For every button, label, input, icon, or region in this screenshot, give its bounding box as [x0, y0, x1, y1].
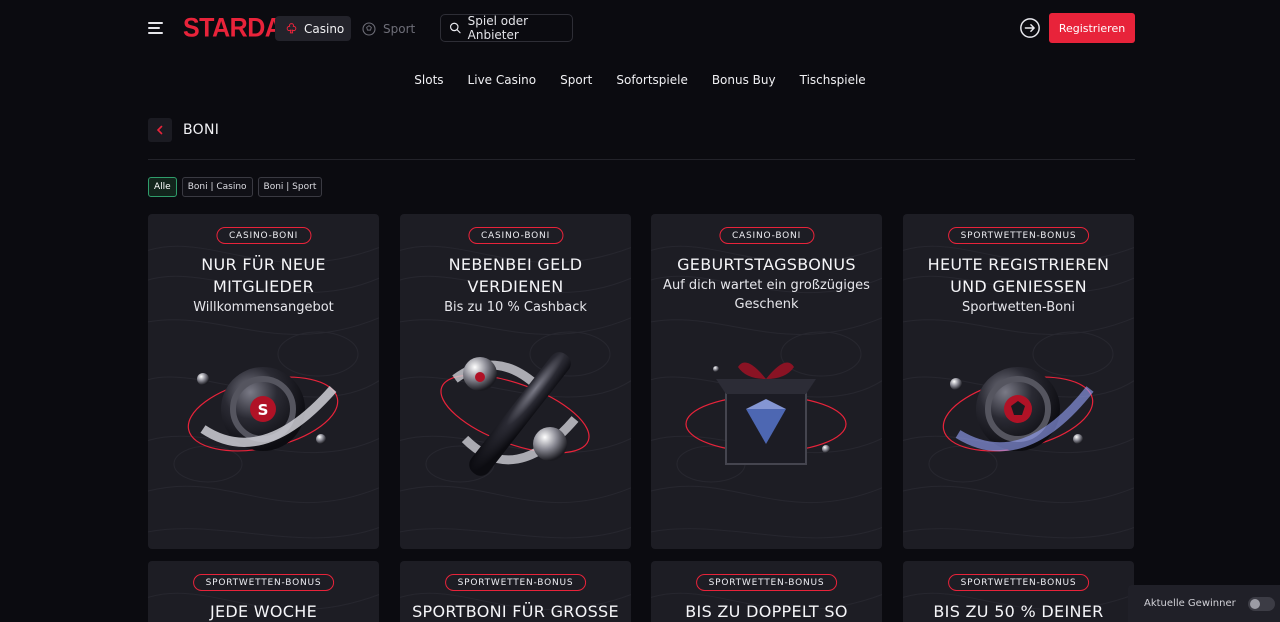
bonus-card[interactable]: CASINO-BONI NUR FÜR NEUE MITGLIEDER Will… [148, 214, 379, 549]
category-badge: CASINO-BONI [215, 227, 312, 244]
category-badge: CASINO-BONI [718, 227, 815, 244]
filter-chips: Alle Boni | Casino Boni | Sport [148, 177, 323, 197]
football-icon [362, 21, 376, 36]
category-nav: Slots Live Casino Sport Sofortspiele Bon… [0, 73, 1280, 91]
category-badge: SPORTWETTEN-BONUS [695, 574, 838, 591]
nav-tischspiele[interactable]: Tischspiele [788, 73, 878, 91]
live-winners-widget: Aktuelle Gewinner [1128, 585, 1280, 622]
divider [148, 159, 1135, 160]
page-title: BONI [183, 122, 220, 138]
nav-sofortspiele[interactable]: Sofortspiele [604, 73, 699, 91]
search-icon [450, 22, 461, 34]
filter-casino[interactable]: Boni | Casino [181, 177, 253, 197]
card-title: BIS ZU 50 % DEINER [933, 602, 1104, 621]
nav-slots[interactable]: Slots [402, 73, 455, 91]
category-badge: SPORTWETTEN-BONUS [444, 574, 587, 591]
login-icon[interactable] [1019, 17, 1041, 39]
card-title: GEBURTSTAGSBONUS [677, 255, 856, 274]
category-badge: SPORTWETTEN-BONUS [947, 227, 1090, 244]
tab-casino[interactable]: Casino [275, 16, 351, 41]
card-title: HEUTE REGISTRIEREN UND GENIESSEN [927, 255, 1110, 296]
nav-bonus-buy[interactable]: Bonus Buy [700, 73, 788, 91]
bonus-card[interactable]: SPORTWETTEN-BONUS BIS ZU DOPPELT SO [651, 561, 882, 622]
card-title: SPORTBONI FÜR GROSSE [412, 602, 619, 621]
card-subtitle: Willkommensangebot [193, 300, 334, 315]
filter-all[interactable]: Alle [148, 177, 177, 197]
menu-icon[interactable] [148, 19, 166, 37]
top-header: STARDA Casino Sport Spiel oder Anbieter … [0, 0, 1280, 58]
bonus-card[interactable]: CASINO-BONI GEBURTSTAGSBONUS Auf dich wa… [651, 214, 882, 549]
svg-text:S: S [258, 401, 269, 419]
chevron-left-icon [156, 125, 163, 135]
tab-sport-label: Sport [383, 21, 416, 36]
card-title: NUR FÜR NEUE MITGLIEDER [201, 255, 326, 296]
card-subtitle: Sportwetten-Boni [962, 300, 1075, 315]
bonus-card[interactable]: SPORTWETTEN-BONUS HEUTE REGISTRIEREN UND… [903, 214, 1134, 549]
winners-toggle[interactable] [1247, 596, 1275, 611]
nav-live-casino[interactable]: Live Casino [456, 73, 549, 91]
card-subtitle: Auf dich wartet ein großzügiges Geschenk [663, 278, 870, 312]
bonus-card[interactable]: SPORTWETTEN-BONUS JEDE WOCHE [148, 561, 379, 622]
nav-sport[interactable]: Sport [548, 73, 604, 91]
filter-sport[interactable]: Boni | Sport [257, 177, 323, 197]
deposit-coin-icon: S [187, 367, 339, 452]
deposit-ball-icon [942, 367, 1094, 452]
category-badge: SPORTWETTEN-BONUS [947, 574, 1090, 591]
tab-casino-label: Casino [304, 21, 345, 36]
register-button[interactable]: Registrieren [1049, 13, 1135, 43]
search-placeholder: Spiel oder Anbieter [467, 14, 529, 42]
gift-box-icon [685, 362, 847, 465]
club-icon [286, 23, 297, 34]
logo[interactable]: STARDA [183, 13, 283, 43]
card-title: JEDE WOCHE [209, 602, 318, 621]
search-input[interactable]: Spiel oder Anbieter [440, 14, 573, 42]
winners-label: Aktuelle Gewinner [1144, 598, 1236, 609]
cashback-percent-icon [440, 352, 590, 476]
bonus-card[interactable]: SPORTWETTEN-BONUS SPORTBONI FÜR GROSSE [400, 561, 631, 622]
back-button[interactable] [148, 118, 172, 142]
category-badge: CASINO-BONI [467, 227, 564, 244]
card-title: NEBENBEI GELD VERDIENEN [448, 255, 583, 296]
bonus-card[interactable]: SPORTWETTEN-BONUS BIS ZU 50 % DEINER [903, 561, 1134, 622]
card-subtitle: Bis zu 10 % Cashback [444, 300, 587, 315]
card-title: BIS ZU DOPPELT SO [685, 602, 848, 621]
tab-sport[interactable]: Sport [361, 16, 421, 41]
bonus-card[interactable]: CASINO-BONI NEBENBEI GELD VERDIENEN Bis … [400, 214, 631, 549]
category-badge: SPORTWETTEN-BONUS [192, 574, 335, 591]
